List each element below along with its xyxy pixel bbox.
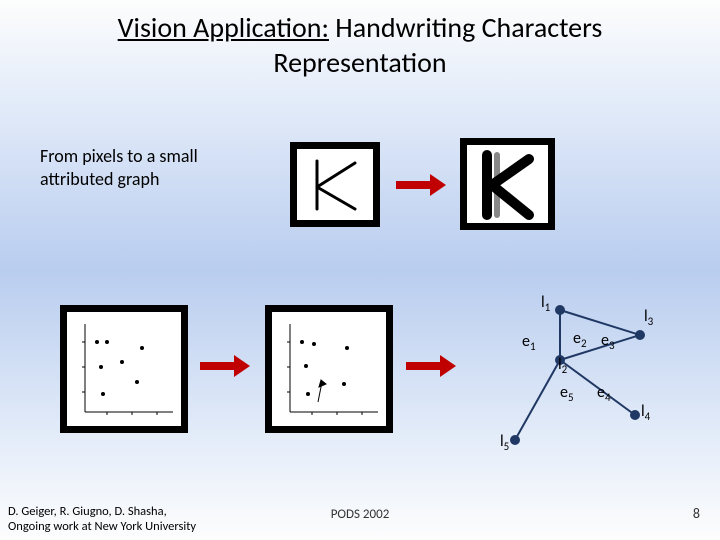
title-line2: Representation: [273, 45, 446, 80]
label-e1: e1: [522, 332, 536, 353]
footer-venue: PODS 2002: [0, 507, 720, 522]
subtitle: From pixels to a small attributed graph: [40, 145, 220, 190]
figure-bottom-2: [265, 305, 393, 433]
slide: Vision Application: Handwriting Characte…: [0, 0, 720, 540]
arrow-icon: [200, 355, 250, 377]
label-l3: l3: [644, 307, 653, 328]
label-l5: l5: [500, 432, 509, 453]
page-number: 8: [693, 505, 700, 522]
figure-top-2: [460, 138, 555, 230]
glyph-k-thick: [467, 145, 548, 223]
plot-scatter-2: [272, 312, 386, 426]
slide-title: Vision Application: Handwriting Characte…: [0, 10, 720, 80]
label-l2: l2: [558, 355, 567, 376]
title-rest: Handwriting Characters: [329, 10, 602, 45]
label-l4: l4: [641, 402, 650, 423]
glyph-k-thin: [297, 149, 373, 220]
label-e4: e4: [597, 383, 611, 404]
label-l1: l1: [541, 293, 550, 314]
arrow-icon: [406, 355, 456, 377]
plot-scatter-1: [67, 312, 181, 426]
title-underlined: Vision Application:: [118, 10, 329, 45]
arrow-icon: [396, 174, 446, 196]
label-e2: e2: [573, 329, 587, 350]
label-e5: e5: [560, 383, 574, 404]
figure-top-1: [290, 142, 380, 227]
figure-bottom-1: [60, 305, 188, 433]
label-e3: e3: [601, 331, 615, 352]
